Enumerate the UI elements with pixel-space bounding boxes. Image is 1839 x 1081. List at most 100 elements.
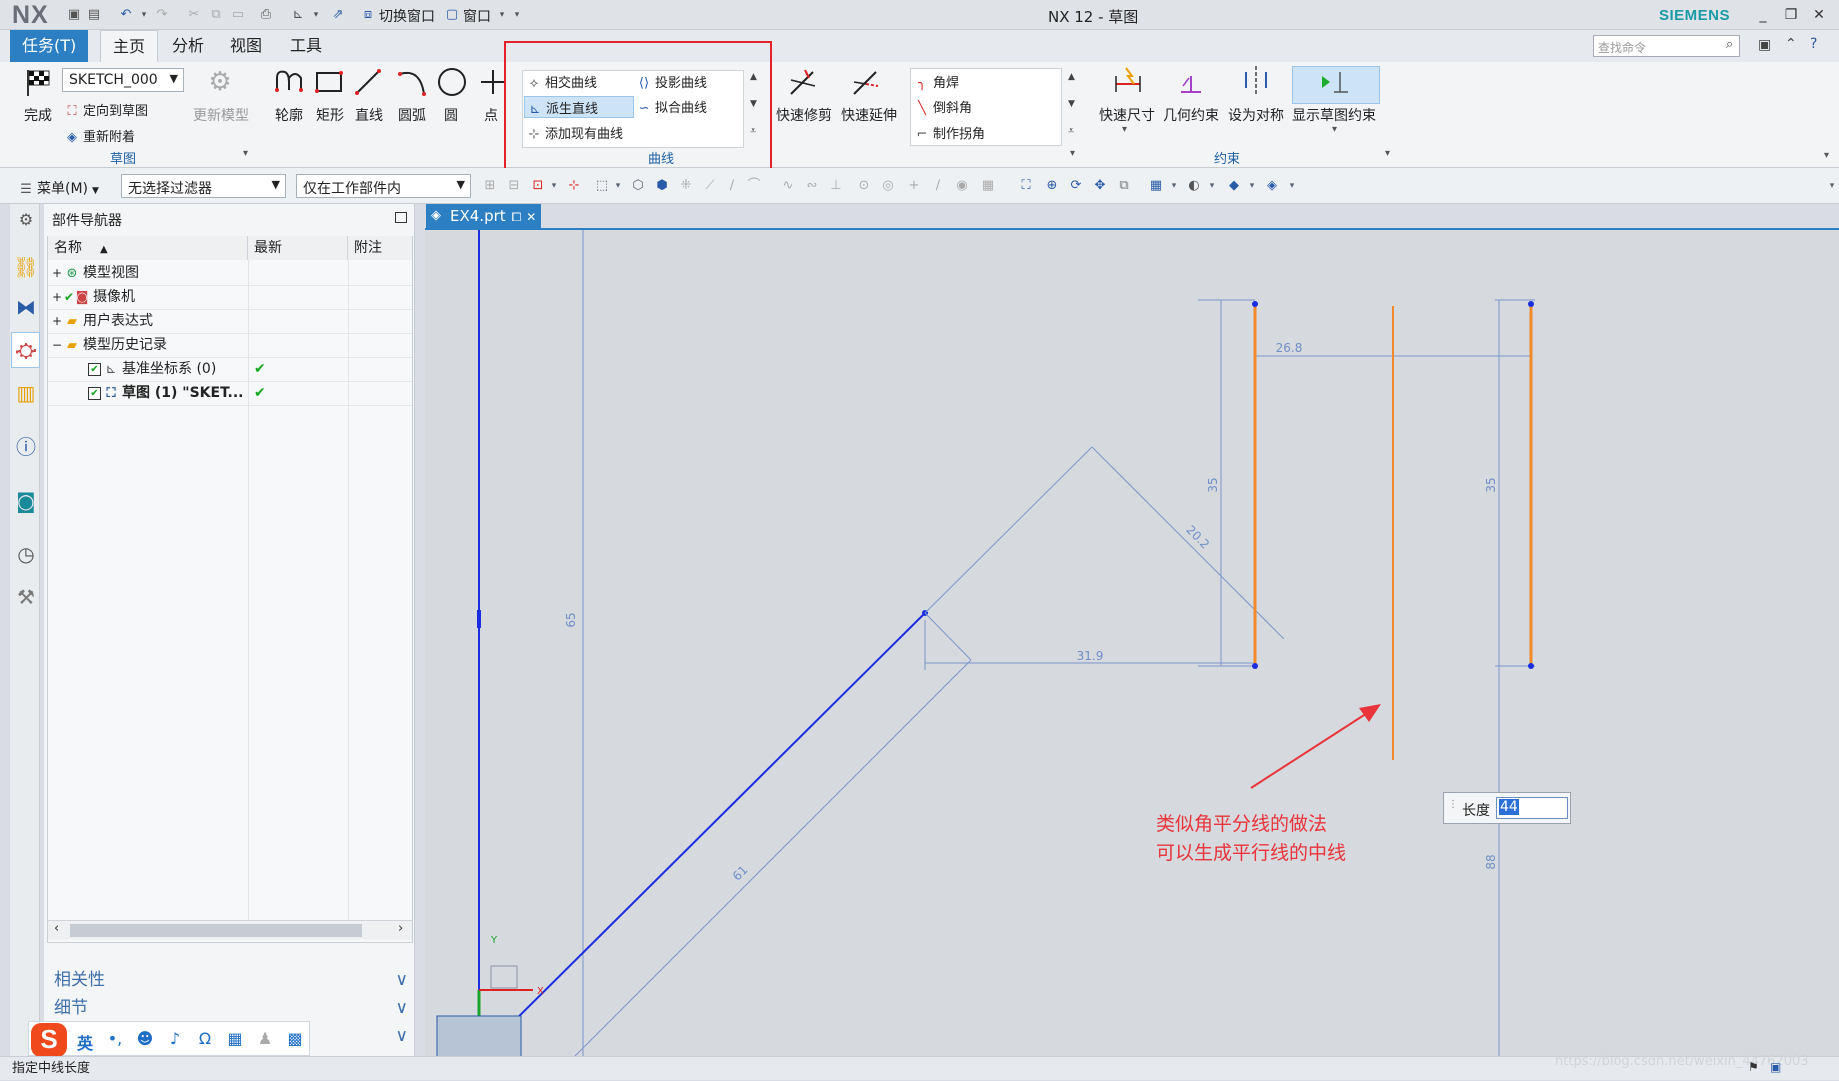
existing-point-snap-icon[interactable]: + [906, 178, 922, 194]
rapid-dimension-button[interactable]: 快速尺寸 [1099, 105, 1155, 125]
undo-dropdown-icon[interactable]: ▾ [136, 7, 152, 23]
perpendicular-snap-icon[interactable]: ⊥ [828, 178, 844, 194]
spline-snap-icon[interactable]: ∿ [780, 178, 796, 194]
fit-view-icon[interactable]: ⛶ [1018, 178, 1034, 194]
tree-row-datum-csys[interactable]: ✔ ⊾ 基准坐标系 (0) [88, 357, 216, 381]
edit-group-more-icon[interactable]: ▾ [1070, 148, 1075, 159]
punctuation-icon[interactable]: •, [104, 1029, 126, 1048]
profile-icon[interactable] [273, 66, 305, 98]
quick-extend-button[interactable]: 快速延伸 [841, 105, 897, 125]
finish-flag-icon[interactable] [22, 66, 54, 98]
zoom-icon[interactable]: ⊕ [1044, 178, 1060, 194]
close-tab-icon[interactable]: ✕ [526, 210, 536, 224]
switch-window-button[interactable]: 切换窗口 [379, 6, 435, 26]
expand-icon[interactable]: + [52, 285, 64, 309]
drag-handle-icon[interactable]: ⋮ [1448, 799, 1458, 810]
orient-to-sketch-button[interactable]: ⛶ 定向到草图 [64, 100, 148, 120]
tab-task[interactable]: 任务(T) [10, 30, 89, 62]
make-symmetric-button[interactable]: 设为对称 [1228, 105, 1284, 125]
rect-select-icon[interactable]: ⬚ [594, 178, 610, 194]
select-face-icon[interactable]: ⬢ [654, 178, 670, 194]
diagonal-line[interactable] [478, 612, 926, 1056]
keyboard-icon[interactable]: ▦ [224, 1029, 246, 1048]
search-icon[interactable]: ⌕ [1726, 37, 1733, 52]
sketch-name-select[interactable]: SKETCH_000 ▼ [62, 68, 184, 92]
center-snap-icon[interactable]: ⊙ [856, 178, 872, 194]
constraint-navigator-icon[interactable]: ⧓ [13, 294, 39, 320]
pin-icon[interactable]: ⧠ [512, 210, 522, 224]
finish-button[interactable]: 完成 [24, 105, 52, 125]
show-constraints-dropdown-icon[interactable]: ▾ [1332, 124, 1337, 135]
geometric-constraints-icon[interactable] [1175, 66, 1207, 98]
sketch-geometry[interactable]: 26.8 35 35 20.2 31.9 65 61 88 Y X [425, 230, 1839, 1056]
tree-row-cameras[interactable]: + ✔ ◙ 摄像机 [52, 285, 135, 309]
ime-lang-toggle[interactable]: 英 [77, 1030, 93, 1054]
toolbox-icon[interactable]: ▩ [284, 1029, 306, 1048]
expand-icon[interactable]: + [52, 261, 64, 285]
undo-icon[interactable]: ↶ [118, 7, 134, 23]
tab-analysis[interactable]: 分析 [160, 30, 216, 62]
pick-icon[interactable]: ⇗ [330, 7, 346, 23]
switch-window-icon[interactable]: ⧈ [360, 7, 376, 23]
midpoint-snap-icon[interactable]: ◉ [954, 178, 970, 194]
rotate-icon[interactable]: ⟳ [1068, 178, 1084, 194]
expand-icon[interactable]: + [52, 309, 64, 333]
corner-down-icon[interactable]: ▼ [1068, 99, 1075, 109]
selection-scope-select[interactable]: 仅在工作部件内 ▼ [296, 174, 471, 198]
constraint-group-more-icon[interactable]: ▾ [1385, 148, 1390, 159]
visibility-dropdown-icon[interactable]: ▾ [1284, 178, 1300, 194]
endpoint-snap-icon[interactable]: ∕ [930, 178, 946, 194]
quadrant-snap-icon[interactable]: ◎ [880, 178, 896, 194]
close-button[interactable]: ✕ [1806, 5, 1832, 25]
user-icon[interactable]: ♟ [254, 1029, 276, 1048]
web-browser-icon[interactable]: ◙ [13, 488, 39, 514]
snap-dropdown-icon[interactable]: ▾ [546, 178, 562, 194]
maximize-panel-icon[interactable] [395, 212, 407, 223]
quick-trim-button[interactable]: 快速修剪 [776, 105, 832, 125]
history-icon[interactable]: ◷ [13, 541, 39, 567]
save-all-icon[interactable]: ▤ [86, 7, 102, 23]
arc-icon[interactable] [396, 66, 428, 98]
touch-mode-icon[interactable]: ⊾ [290, 7, 306, 23]
endpoint-marker[interactable] [1528, 663, 1534, 669]
symbol-icon[interactable]: Ω [194, 1029, 216, 1048]
hd3d-tools-icon[interactable]: ⓘ [13, 434, 39, 460]
tab-home[interactable]: 主页 [100, 30, 159, 62]
dim-height-right[interactable]: 35 [1484, 477, 1498, 492]
rect-select-dropdown-icon[interactable]: ▾ [610, 178, 626, 194]
toolbar-options-icon[interactable]: ▾ [1824, 178, 1839, 194]
touch-dropdown-icon[interactable]: ▾ [308, 7, 324, 23]
tree-row-user-expressions[interactable]: + ▰ 用户表达式 [52, 309, 153, 333]
select-body-icon[interactable]: ⬡ [630, 178, 646, 194]
update-model-button[interactable]: 更新模型 [193, 105, 249, 125]
pan-icon[interactable]: ✥ [1092, 178, 1108, 194]
collapse-ribbon-icon[interactable]: ⌃ [1785, 36, 1797, 52]
line-button[interactable]: 直线 [355, 105, 383, 125]
select-curve-icon[interactable]: ⟋ [702, 178, 718, 194]
part-navigator-icon[interactable]: ⛮ [13, 337, 39, 363]
reuse-library-icon[interactable]: ▥ [13, 380, 39, 406]
dim-diagonal[interactable]: 61 [730, 863, 751, 884]
make-symmetric-icon[interactable] [1240, 64, 1272, 96]
scrollbar-thumb[interactable] [70, 924, 362, 937]
help-icon[interactable]: ? [1810, 36, 1817, 52]
select-all-icon[interactable]: ⊹ [566, 178, 582, 194]
dim-vertical-left[interactable]: 65 [564, 612, 578, 627]
reattach-button[interactable]: ◈ 重新附着 [64, 126, 135, 146]
visibility-checkbox[interactable]: ✔ [88, 362, 101, 376]
scroll-right-icon[interactable]: › [398, 921, 403, 936]
point-button[interactable]: 点 [484, 105, 498, 125]
redo-icon[interactable]: ↷ [154, 7, 170, 23]
dependencies-panel-header[interactable]: 相关性 ∨ [48, 967, 414, 993]
intersection-snap-icon[interactable]: ▦ [980, 178, 996, 194]
rectangle-button[interactable]: 矩形 [316, 105, 344, 125]
column-header-notes[interactable]: 附注 [348, 236, 412, 260]
endpoint-marker[interactable] [1252, 663, 1258, 669]
repeat-command-icon[interactable]: ⎙ [258, 7, 274, 23]
minimize-button[interactable]: _ [1750, 5, 1776, 25]
chamfer-button[interactable]: ╲ 倒斜角 [914, 97, 972, 117]
window-menu-button[interactable]: 窗口 [463, 6, 491, 26]
select-edge-icon[interactable]: ⁜ [678, 178, 694, 194]
microphone-icon[interactable]: ♪ [164, 1029, 186, 1048]
finish-flag-small-icon[interactable]: ⚑ [1748, 1060, 1759, 1074]
